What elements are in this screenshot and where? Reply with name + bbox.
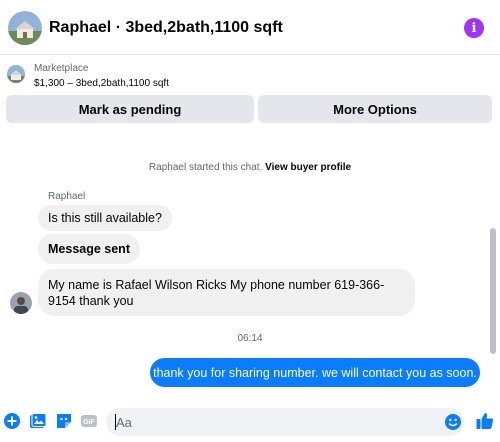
plus-icon[interactable] <box>3 412 21 430</box>
sender-avatar[interactable] <box>10 292 32 314</box>
emoji-icon[interactable] <box>444 413 462 431</box>
message-timestamp: 06:14 <box>237 333 263 344</box>
incoming-message[interactable]: My name is Rafael Wilson Ricks My phone … <box>38 269 415 316</box>
listing-thumbnail <box>7 65 25 83</box>
view-buyer-profile-link[interactable]: View buyer profile <box>265 162 351 173</box>
sender-name: Raphael <box>48 191 86 202</box>
message-input[interactable] <box>106 408 426 436</box>
mark-as-pending-button[interactable]: Mark as pending <box>6 95 254 123</box>
chat-header: Raphael · 3bed,2bath,1100 sqft i <box>0 0 500 55</box>
sticker-icon[interactable] <box>55 412 73 430</box>
text-caret <box>115 414 116 430</box>
chat-started-note: Raphael started this chat. View buyer pr… <box>0 162 500 173</box>
listing-summary[interactable]: Marketplace $1,300 – 3bed,2bath,1100 sqf… <box>0 56 500 96</box>
gif-icon[interactable]: GIF <box>80 412 98 430</box>
incoming-message[interactable]: Is this still available? <box>38 205 172 231</box>
system-note-text: Raphael started this chat. <box>148 162 263 173</box>
listing-price-summary: $1,300 – 3bed,2bath,1100 sqft <box>34 78 169 89</box>
photo-icon[interactable] <box>29 412 47 430</box>
thumbs-up-icon[interactable] <box>475 411 495 431</box>
info-icon[interactable]: i <box>464 18 484 38</box>
outgoing-message[interactable]: thank you for sharing number. we will co… <box>150 358 480 387</box>
chat-title[interactable]: Raphael · 3bed,2bath,1100 sqft <box>49 19 283 37</box>
svg-text:GIF: GIF <box>83 419 95 426</box>
message-input-box[interactable] <box>106 408 464 436</box>
incoming-message[interactable]: Message sent <box>38 234 140 264</box>
marketplace-label: Marketplace <box>34 63 89 74</box>
more-options-button[interactable]: More Options <box>258 95 492 123</box>
listing-avatar[interactable] <box>8 11 42 45</box>
